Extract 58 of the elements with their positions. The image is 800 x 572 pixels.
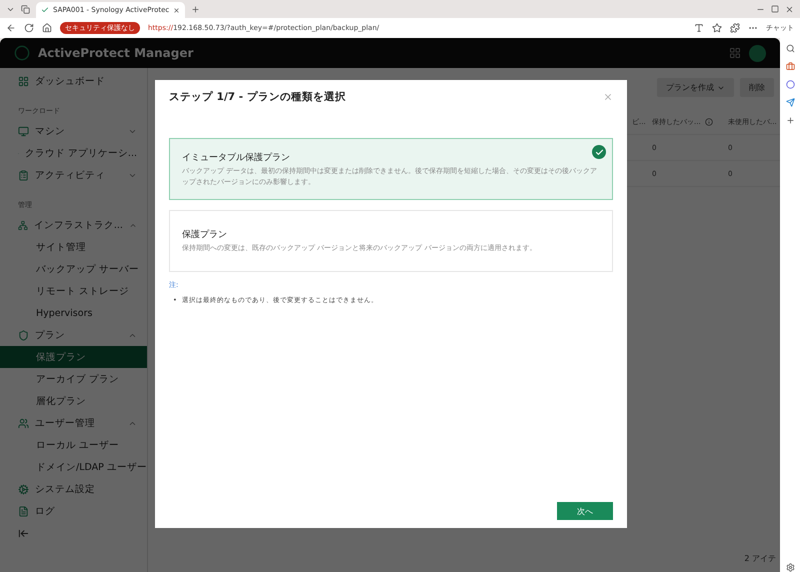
document-icon <box>18 506 29 516</box>
sidebar-item[interactable]: Hypervisors <box>0 302 147 324</box>
network-icon <box>18 220 28 230</box>
sidebar-item[interactable]: ドメイン/LDAP ユーザー <box>0 456 147 478</box>
sidebar-item[interactable]: リモート ストレージ <box>0 280 147 302</box>
circle-icon <box>786 80 794 89</box>
new-tab-icon <box>191 4 200 14</box>
sidebar-item[interactable]: プラン <box>0 324 147 346</box>
sidebar-item[interactable]: アーカイブ プラン <box>0 368 147 390</box>
briefcase-icon <box>786 62 794 71</box>
sidebar-item[interactable]: アクティビティ <box>0 164 147 186</box>
app-title: ActiveProtect Manager <box>38 46 194 60</box>
avatar[interactable] <box>749 44 766 62</box>
add-icon <box>786 116 794 125</box>
send-icon <box>786 98 794 107</box>
delete-button[interactable]: 削除 <box>740 78 774 97</box>
info-icon <box>704 118 713 126</box>
sidebar-item[interactable]: 保護プラン <box>0 346 147 368</box>
sidebar-item[interactable]: クラウド アプリケーシ... <box>0 142 147 164</box>
sidebar-item[interactable]: システム設定 <box>0 478 147 500</box>
sidebar-item[interactable]: ログ <box>0 500 147 522</box>
reload-icon <box>24 23 34 33</box>
grid-icon <box>729 47 741 59</box>
close-icon[interactable] <box>603 92 613 102</box>
settings-icon <box>18 484 29 494</box>
sidebar-item[interactable]: マシン <box>0 120 147 142</box>
logo-icon <box>14 45 30 61</box>
sidebar-item[interactable]: ローカル ユーザー <box>0 434 147 456</box>
create-plan-button[interactable]: プランを作成 <box>657 78 734 97</box>
collapse-icon <box>18 528 29 538</box>
settings-icon <box>786 563 794 572</box>
clipboard-icon <box>18 170 29 180</box>
close-icon <box>785 4 794 14</box>
read-aloud-icon <box>694 23 704 33</box>
next-button[interactable]: 次へ <box>557 502 613 520</box>
sidebar-item[interactable]: ダッシュボード <box>0 70 147 92</box>
sidebar-item[interactable]: バックアップ サーバー <box>0 258 147 280</box>
sidebar-item[interactable]: サイト管理 <box>0 236 147 258</box>
sidebar-item[interactable]: 層化プラン <box>0 390 147 412</box>
search-icon <box>786 44 794 53</box>
check-icon <box>592 145 606 159</box>
maximize-icon <box>771 5 779 13</box>
option-title: 保護プラン <box>182 228 228 242</box>
grid-icon <box>18 76 29 86</box>
close-icon <box>173 6 180 14</box>
extensions-icon <box>730 23 740 33</box>
home-icon <box>42 23 52 33</box>
back-icon <box>6 23 16 33</box>
sidebar-item[interactable]: ユーザー管理 <box>0 412 147 434</box>
favorite-icon <box>712 23 722 33</box>
shield-icon <box>18 330 29 340</box>
dialog-title: ステップ 1/7 - プランの種類を選択 <box>169 90 347 104</box>
item-count: 2 アイテ <box>743 553 777 564</box>
users-icon <box>18 418 29 428</box>
sidebar-item[interactable]: インフラストラク... <box>0 214 147 236</box>
tabs-icon <box>21 4 30 14</box>
monitor-icon <box>18 126 29 136</box>
option-title: イミュータブル保護プラン <box>182 151 291 164</box>
